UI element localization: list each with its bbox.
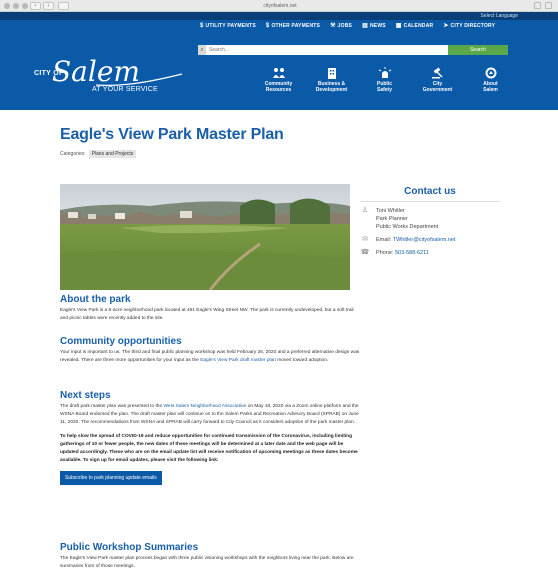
- contact-role: Park Planner: [376, 216, 408, 222]
- city-directory-link[interactable]: ➤ CITY DIRECTORY: [443, 22, 495, 30]
- envelope-icon: ✉: [362, 236, 368, 243]
- workshop-heading: Public Workshop Summaries: [60, 542, 199, 553]
- next-steps-heading: Next steps: [60, 390, 111, 401]
- calendar-link[interactable]: ▦ CALENDAR: [395, 22, 434, 30]
- contact-dept: Public Works Department: [376, 224, 439, 230]
- nav-public-safety[interactable]: Public Safety: [358, 67, 411, 93]
- main-nav: Community Resources Business & Developme…: [252, 67, 517, 93]
- categories-label: Categories:: [60, 151, 86, 157]
- phone-link[interactable]: 503-588-6211: [395, 250, 429, 256]
- subscribe-button[interactable]: Subscribe to park planning update emails: [60, 471, 162, 485]
- window-controls[interactable]: [4, 3, 28, 9]
- category-tag[interactable]: Plans and Projects: [88, 150, 137, 158]
- contact-panel: Contact us ♙ Toni Whitler Park Planner P…: [360, 186, 500, 257]
- page-title: Eagle's View Park Master Plan: [60, 126, 284, 143]
- dollar-icon: $: [265, 22, 270, 29]
- next-steps-text: The draft park master plan was presented…: [60, 404, 359, 425]
- search-button[interactable]: Search: [448, 45, 508, 55]
- nav-business-development[interactable]: Business & Development: [305, 67, 358, 93]
- browser-toolbar: ‹ › cityofsalem.net: [0, 0, 558, 12]
- email-link[interactable]: TWhitler@cityofsalem.net: [393, 237, 456, 243]
- nav-city-government[interactable]: City Government: [411, 67, 464, 93]
- zoom-window-icon[interactable]: [22, 3, 28, 9]
- person-icon: ♙: [361, 207, 369, 214]
- gavel-icon: [431, 67, 443, 79]
- building-icon: [327, 68, 336, 79]
- dollar-icon: $: [200, 22, 204, 29]
- community-heading: Community opportunities: [60, 336, 182, 347]
- contact-phone: ☎ Phone: 503-588-6211: [360, 249, 429, 256]
- sidebar-icon[interactable]: [58, 2, 69, 10]
- next-steps-section: Next steps The draft park master plan wa…: [60, 390, 360, 485]
- contact-name: Toni Whitler: [376, 208, 405, 214]
- about-text: Eagle's View Park is a 5-acre neighborho…: [60, 308, 354, 321]
- search-input[interactable]: Search...: [206, 45, 448, 55]
- covid-notice: To help slow the spread of COVID-19 and …: [60, 434, 358, 463]
- other-payments-link[interactable]: $ OTHER PAYMENTS: [266, 22, 320, 29]
- contact-email: ✉ Email: TWhitler@cityofsalem.net: [360, 236, 500, 244]
- tabs-icon[interactable]: [545, 2, 552, 9]
- address-bar[interactable]: cityofsalem.net: [190, 2, 370, 10]
- arrow-icon: ➤: [443, 23, 449, 29]
- search-icon[interactable]: ⌕: [198, 45, 206, 55]
- news-link[interactable]: ▤ NEWS: [362, 22, 386, 30]
- forward-icon[interactable]: ›: [43, 2, 54, 10]
- people-icon: [272, 68, 285, 78]
- draft-master-plan-link[interactable]: Eagle's View Park draft master plan: [200, 358, 276, 363]
- back-icon[interactable]: ‹: [30, 2, 41, 10]
- top-strip: Select Language: [0, 12, 558, 20]
- about-section: About the park Eagle's View Park is a 5-…: [60, 294, 360, 323]
- calendar-icon: ▦: [395, 23, 402, 29]
- utility-nav: $ UTILITY PAYMENTS $ OTHER PAYMENTS ⚒ JOBS …: [200, 22, 495, 30]
- nav-about-salem[interactable]: About Salem: [464, 67, 517, 93]
- close-window-icon[interactable]: [4, 3, 10, 9]
- contact-person: ♙ Toni Whitler Park Planner Public Works…: [360, 207, 500, 231]
- phone-icon: ☎: [360, 249, 370, 256]
- contact-heading: Contact us: [360, 186, 500, 202]
- city-logo[interactable]: CITY OF Salem AT YOUR SERVICE: [34, 55, 184, 99]
- park-photo: [60, 184, 350, 290]
- jobs-link[interactable]: ⚒ JOBS: [330, 22, 352, 30]
- siren-icon: [378, 67, 391, 78]
- newspaper-icon: ▤: [362, 23, 368, 29]
- city-seal-icon: [485, 67, 496, 79]
- categories: Categories: Plans and Projects: [60, 150, 137, 158]
- community-section: Community opportunities Your input is im…: [60, 336, 360, 365]
- about-heading: About the park: [60, 294, 131, 305]
- nav-community-resources[interactable]: Community Resources: [252, 67, 305, 93]
- tools-icon: ⚒: [330, 23, 336, 29]
- utility-payments-link[interactable]: $ UTILITY PAYMENTS: [200, 22, 256, 29]
- site-header: Select Language $ UTILITY PAYMENTS $ OTHER…: [0, 12, 558, 110]
- workshop-text: The Eagle's View Park master plan proces…: [60, 556, 354, 569]
- site-search: ⌕ Search... Search: [198, 45, 508, 55]
- minimize-window-icon[interactable]: [13, 3, 19, 9]
- community-text: Your input is important to us. The third…: [60, 350, 360, 363]
- share-icon[interactable]: [534, 2, 541, 9]
- workshop-section: Public Workshop Summaries The Eagle's Vi…: [60, 542, 360, 571]
- logo-tagline: AT YOUR SERVICE: [92, 86, 158, 93]
- wsna-link[interactable]: West Salem Neighborhood Association: [163, 404, 246, 409]
- translate-select[interactable]: Select Language: [480, 13, 518, 19]
